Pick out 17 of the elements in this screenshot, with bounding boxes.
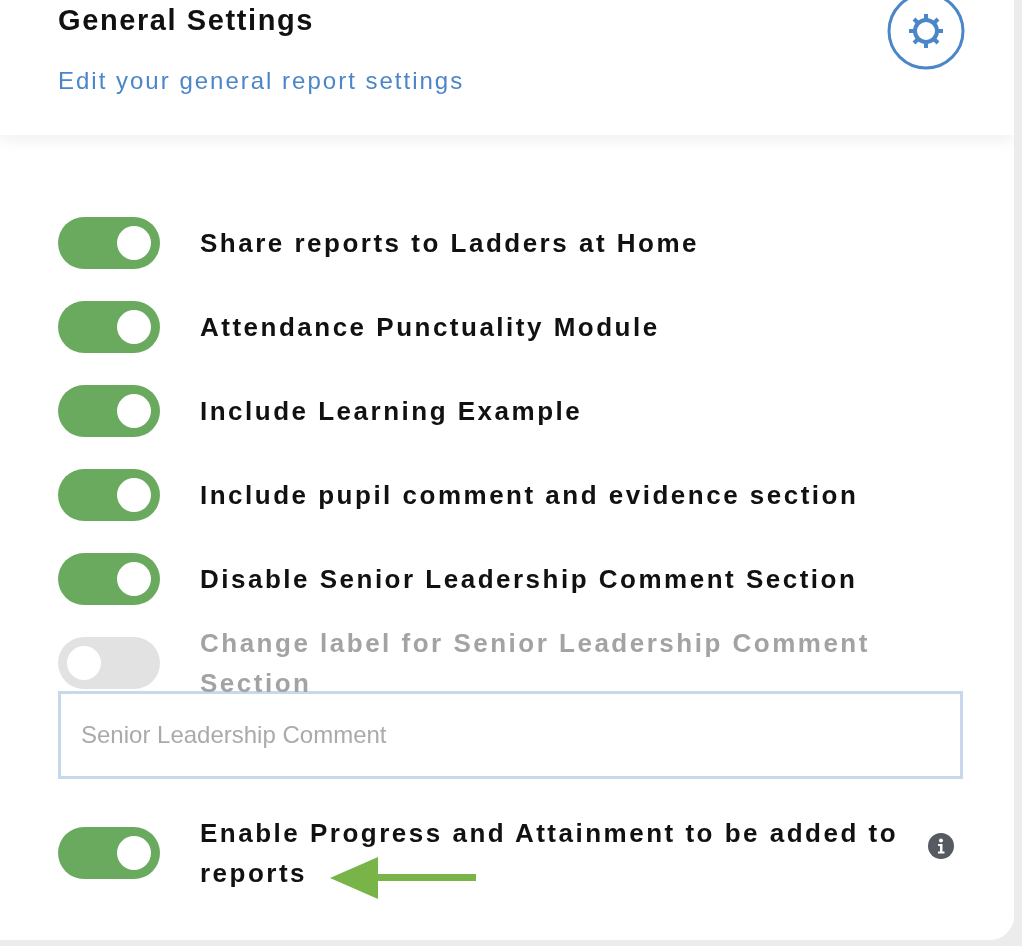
page-subtitle: Edit your general report settings [58,66,465,96]
toggle-switch[interactable] [58,385,160,437]
toggle-switch[interactable] [58,553,160,605]
setting-label: Include Learning Example [200,395,584,428]
comment-label-field[interactable]: Senior Leadership Comment [58,691,963,779]
setting-label: Enable Progress and Attainment to be added to reports [200,817,900,890]
toggle-switch[interactable] [58,217,160,269]
setting-label: Disable Senior Leadership Comment Section [200,563,859,596]
toggle-switch[interactable] [58,469,160,521]
setting-label: Attendance Punctuality Module [200,311,661,344]
setting-label: Share reports to Ladders at Home [200,227,700,260]
toggle-switch[interactable] [58,301,160,353]
settings-icon [887,0,965,70]
info-icon[interactable] [928,833,954,859]
setting-label: Include pupil comment and evidence section [200,479,860,512]
page-title: General Settings [58,3,315,38]
toggle-switch[interactable] [58,827,160,879]
